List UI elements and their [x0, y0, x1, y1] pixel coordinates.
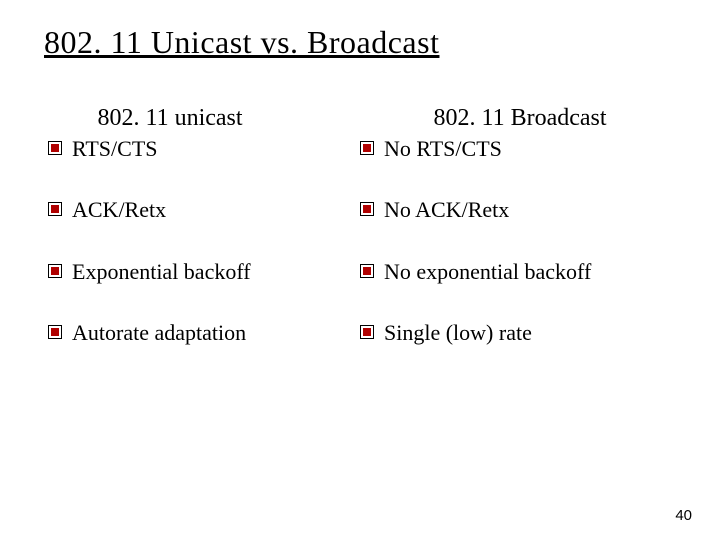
list-item: Autorate adaptation	[48, 320, 360, 345]
square-bullet-icon	[48, 202, 62, 216]
list-item-label: No ACK/Retx	[384, 197, 509, 222]
list-item: RTS/CTS	[48, 136, 360, 161]
page-number: 40	[675, 507, 692, 524]
unicast-heading: 802. 11 unicast	[40, 105, 360, 132]
square-bullet-icon	[360, 202, 374, 216]
slide: 802. 11 Unicast vs. Broadcast 802. 11 un…	[0, 0, 720, 540]
list-item: No exponential backoff	[360, 259, 680, 284]
list-item-label: No RTS/CTS	[384, 136, 502, 161]
list-item-label: Exponential backoff	[72, 259, 251, 284]
list-item: No ACK/Retx	[360, 197, 680, 222]
square-bullet-icon	[48, 264, 62, 278]
broadcast-list: No RTS/CTS No ACK/Retx No exponential ba…	[360, 136, 680, 345]
list-item-label: No exponential backoff	[384, 259, 591, 284]
list-item-label: RTS/CTS	[72, 136, 158, 161]
list-item: Single (low) rate	[360, 320, 680, 345]
list-item: ACK/Retx	[48, 197, 360, 222]
page-title: 802. 11 Unicast vs. Broadcast	[44, 24, 680, 61]
unicast-list: RTS/CTS ACK/Retx Exponential backoff Aut…	[40, 136, 360, 345]
list-item-label: Single (low) rate	[384, 320, 532, 345]
square-bullet-icon	[360, 325, 374, 339]
list-item: No RTS/CTS	[360, 136, 680, 161]
list-item-label: Autorate adaptation	[72, 320, 246, 345]
square-bullet-icon	[360, 264, 374, 278]
broadcast-heading: 802. 11 Broadcast	[360, 105, 680, 132]
list-item-label: ACK/Retx	[72, 197, 166, 222]
list-item: Exponential backoff	[48, 259, 360, 284]
square-bullet-icon	[48, 141, 62, 155]
columns: 802. 11 unicast RTS/CTS ACK/Retx Exponen…	[40, 105, 680, 345]
square-bullet-icon	[48, 325, 62, 339]
column-unicast: 802. 11 unicast RTS/CTS ACK/Retx Exponen…	[40, 105, 360, 345]
column-broadcast: 802. 11 Broadcast No RTS/CTS No ACK/Retx…	[360, 105, 680, 345]
square-bullet-icon	[360, 141, 374, 155]
